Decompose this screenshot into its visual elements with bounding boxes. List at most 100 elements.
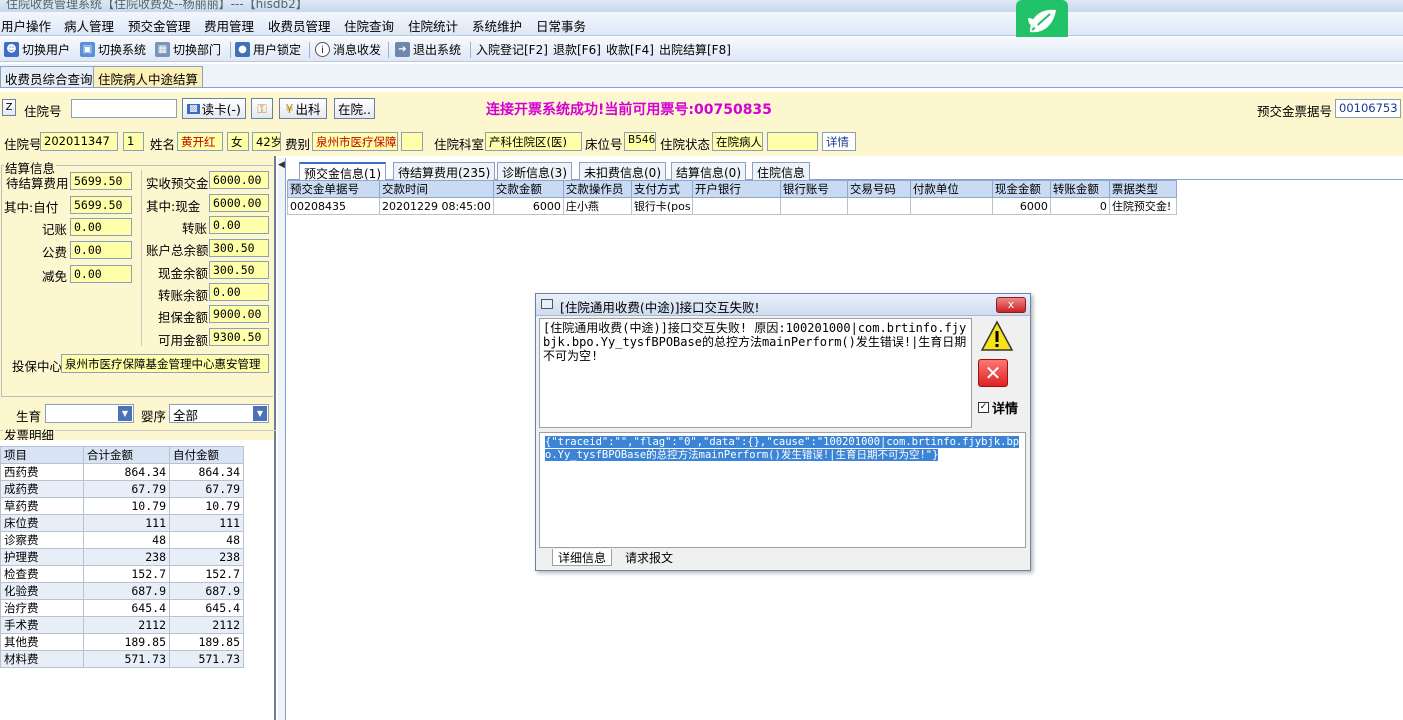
dialog-title: [住院通用收费(中途)]接口交互失败! xyxy=(560,300,760,315)
inpatient-no-field: 202011347 xyxy=(40,132,118,151)
menu-fee-mgmt[interactable]: 费用管理 xyxy=(204,16,254,35)
table-row[interactable]: 化验费 687.9 687.9 xyxy=(0,582,244,600)
toolbar: ☻ 切换用户 ▣ 切换系统 ▦ 切换部门 ● 用户锁定 i 消息收发 ➔ 退出系统 入院登记… xyxy=(0,37,1403,62)
window-title-bar: 住院收费管理系统【住院收费处--杨丽丽】---【hisdb2】 xyxy=(0,0,1403,12)
details-checkbox[interactable]: ✓ 详情 xyxy=(978,398,1018,417)
charge-out-button[interactable]: ¥ 出科 xyxy=(279,98,327,119)
menu-cashier-mgmt[interactable]: 收费员管理 xyxy=(268,16,331,35)
panel-splitter[interactable]: ◀ xyxy=(278,158,286,720)
switch-dept-button[interactable]: ▦ 切换部门 xyxy=(155,41,221,58)
grid-header-pay-time[interactable]: 交款时间 xyxy=(379,180,494,198)
detail-text-box[interactable]: {"traceid":"","flag":"0","data":{},"caus… xyxy=(539,432,1026,548)
public-fee-label: 公费 xyxy=(42,245,68,260)
grid-header-trade-no[interactable]: 交易号码 xyxy=(846,180,911,198)
checkbox-checked-icon[interactable]: ✓ xyxy=(978,402,989,413)
grid-header-receipt-no[interactable]: 预交金单据号 xyxy=(287,180,380,198)
table-row[interactable]: 诊察费 48 48 xyxy=(0,531,244,549)
table-row[interactable]: 治疗费 645.4 645.4 xyxy=(0,599,244,617)
dialog-close-button[interactable]: x xyxy=(996,297,1026,313)
z-toggle-button[interactable]: Z xyxy=(2,99,16,116)
table-row[interactable]: 手术费 2112 2112 xyxy=(0,616,244,634)
discharge-settle-button[interactable]: 出院结算[F8] xyxy=(659,41,731,58)
tab-undeducted[interactable]: 未扣费信息(0) xyxy=(579,162,666,180)
grid-header-cash[interactable]: 现金金额 xyxy=(991,180,1051,198)
fee-type-field: 泉州市医疗保障 xyxy=(312,132,398,151)
tab-midway-settlement[interactable]: 住院病人中途结算 xyxy=(93,66,204,87)
grid-header-operator[interactable]: 交款操作员 xyxy=(562,180,632,198)
table-row[interactable]: 西药费 864.34 864.34 xyxy=(0,463,244,481)
key-button[interactable]: ⚿ xyxy=(251,98,273,119)
tab-pending-fees[interactable]: 待结算费用(235) xyxy=(393,162,496,180)
menu-patient-mgmt[interactable]: 病人管理 xyxy=(64,16,114,35)
tab-settlement-info[interactable]: 结算信息(0) xyxy=(671,162,746,180)
detail-link[interactable]: 详情 xyxy=(822,132,856,151)
collect-button[interactable]: 收款[F4] xyxy=(606,41,654,58)
table-row[interactable]: 材料费 571.73 571.73 xyxy=(0,650,244,668)
tab-diagnosis[interactable]: 诊断信息(3) xyxy=(497,162,572,180)
cash-balance-field: 300.50 xyxy=(209,261,269,279)
inpatient-no-search-input[interactable] xyxy=(71,99,177,118)
infant-select[interactable]: 全部 ▼ xyxy=(169,404,269,423)
card-icon: ▩ xyxy=(187,103,200,114)
collapse-arrow-icon[interactable]: ◀ xyxy=(278,160,285,170)
in-hospital-button[interactable]: 在院.. xyxy=(334,98,375,119)
menu-deposit-mgmt[interactable]: 预交金管理 xyxy=(128,16,191,35)
grid-header-pay-method[interactable]: 支付方式 xyxy=(630,180,693,198)
public-fee-field: 0.00 xyxy=(70,241,132,259)
info-icon: i xyxy=(315,42,330,57)
menu-inpatient-stats[interactable]: 住院统计 xyxy=(408,16,458,35)
error-dialog: [住院通用收费(中途)]接口交互失败! x [住院通用收费(中途)]接口交互失败… xyxy=(535,293,1031,571)
admission-button[interactable]: 入院登记[F2] xyxy=(476,41,548,58)
chevron-down-icon[interactable]: ▼ xyxy=(118,406,132,421)
status-extra-field xyxy=(767,132,818,151)
exit-icon: ➔ xyxy=(395,42,410,57)
invoice-header-self[interactable]: 自付金额 xyxy=(169,446,244,464)
table-row[interactable]: 草药费 10.79 10.79 xyxy=(0,497,244,515)
grid-header-bank[interactable]: 开户银行 xyxy=(691,180,781,198)
table-row[interactable]: 床位费 111 111 xyxy=(0,514,244,532)
refund-button[interactable]: 退款[F6] xyxy=(553,41,601,58)
menu-system-maint[interactable]: 系统维护 xyxy=(472,16,522,35)
table-row[interactable]: 其他费 189.85 189.85 xyxy=(0,633,244,651)
table-row[interactable]: 成药费 67.79 67.79 xyxy=(0,480,244,498)
status-field: 在院病人 xyxy=(712,132,763,151)
bed-label: 床位号 xyxy=(585,137,623,152)
transfer-label: 转账 xyxy=(182,221,208,236)
invoice-header-item[interactable]: 项目 xyxy=(0,446,84,464)
tab-detail-info[interactable]: 详细信息 xyxy=(552,549,613,566)
message-button[interactable]: i 消息收发 xyxy=(315,41,381,58)
chevron-down-icon[interactable]: ▼ xyxy=(253,406,267,421)
read-card-button[interactable]: ▩ 读卡(-) xyxy=(182,98,246,119)
menu-daily-affairs[interactable]: 日常事务 xyxy=(536,16,586,35)
grid-header-receipt-type[interactable]: 票据类型 xyxy=(1108,180,1177,198)
warning-icon xyxy=(980,320,1014,352)
table-row[interactable]: 00208435 20201229 08:45:00 6000 庄小燕 银行卡(… xyxy=(287,197,1177,215)
switch-system-button[interactable]: ▣ 切换系统 xyxy=(80,41,146,58)
deposit-receipt-label: 预交金票据号 xyxy=(1257,104,1333,119)
grid-header-amount[interactable]: 交款金额 xyxy=(492,180,564,198)
tab-cashier-query[interactable]: 收费员综合查询 xyxy=(0,66,98,87)
table-row[interactable]: 护理费 238 238 xyxy=(0,548,244,566)
grid-header-payer[interactable]: 付款单位 xyxy=(909,180,993,198)
menu-user-ops[interactable]: 用户操作 xyxy=(1,16,51,35)
pending-fee-field: 5699.50 xyxy=(70,172,132,190)
table-row[interactable]: 检查费 152.7 152.7 xyxy=(0,565,244,583)
birth-select[interactable]: ▼ xyxy=(45,404,134,423)
tab-deposit-info[interactable]: 预交金信息(1) xyxy=(299,162,386,181)
lock-user-button[interactable]: ● 用户锁定 xyxy=(235,41,301,58)
exit-system-button[interactable]: ➔ 退出系统 xyxy=(395,41,461,58)
tab-inpatient-info[interactable]: 住院信息 xyxy=(752,162,811,180)
switch-user-button[interactable]: ☻ 切换用户 xyxy=(4,41,70,58)
invoice-header-total[interactable]: 合计金额 xyxy=(83,446,170,464)
window-icon xyxy=(541,299,553,309)
deposit-receipt-input[interactable]: 00106753 xyxy=(1335,99,1401,118)
pending-fee-label: 待结算费用 xyxy=(6,176,69,191)
key-icon: ⚿ xyxy=(257,100,267,116)
grid-header-transfer[interactable]: 转账金额 xyxy=(1049,180,1110,198)
account-field: 0.00 xyxy=(70,218,132,236)
grid-header-bank-account[interactable]: 银行账号 xyxy=(779,180,848,198)
tab-request-message[interactable]: 请求报文 xyxy=(620,549,678,566)
menu-inpatient-query[interactable]: 住院查询 xyxy=(344,16,394,35)
fee-type-extra-field xyxy=(401,132,423,151)
dialog-title-bar[interactable]: [住院通用收费(中途)]接口交互失败! x xyxy=(536,294,1030,316)
